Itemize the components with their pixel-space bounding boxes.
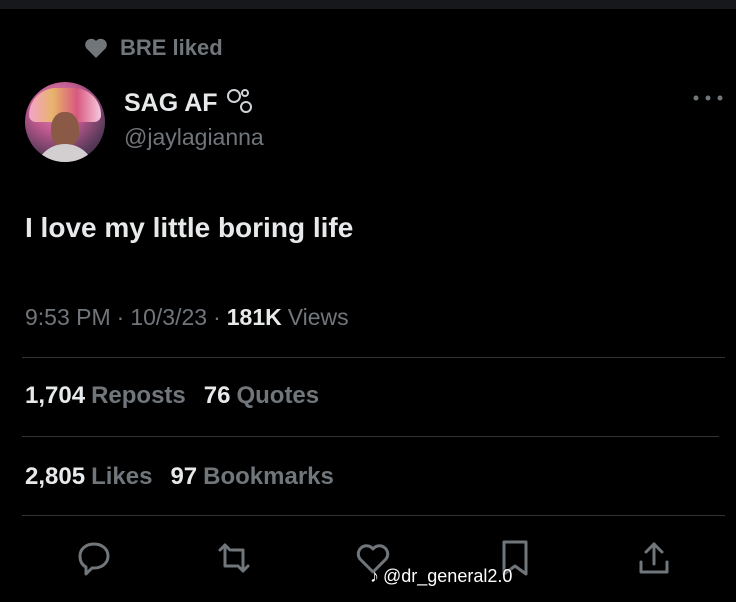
author-handle[interactable]: @jaylagianna	[124, 124, 264, 151]
divider	[22, 357, 725, 358]
reposts-count[interactable]: 1,704	[25, 382, 85, 410]
divider	[22, 436, 719, 437]
divider	[22, 515, 725, 516]
tweet-text: I love my little boring life	[25, 212, 354, 243]
avatar[interactable]	[25, 82, 105, 162]
reply-icon[interactable]	[74, 538, 114, 578]
meta-separator: ·	[116, 304, 125, 330]
tweet-date[interactable]: 10/3/23	[130, 304, 207, 331]
action-bar	[0, 538, 736, 578]
heart-icon	[84, 37, 108, 59]
repost-quote-stats: 1,704 Reposts 76 Quotes	[25, 382, 319, 410]
social-context[interactable]: BRE liked	[84, 35, 223, 61]
like-bookmark-stats: 2,805 Likes 97 Bookmarks	[25, 463, 334, 491]
author-name-row[interactable]: SAG AF	[124, 86, 256, 121]
views-label: Views	[287, 304, 349, 330]
likes-label[interactable]: Likes	[91, 463, 152, 491]
reposts-label[interactable]: Reposts	[91, 382, 186, 410]
social-context-text: BRE liked	[120, 35, 223, 60]
bookmarks-count[interactable]: 97	[170, 463, 197, 491]
views-count: 181K	[226, 304, 282, 330]
share-icon[interactable]	[634, 538, 674, 578]
likes-count[interactable]: 2,805	[25, 463, 85, 491]
top-bar	[0, 0, 736, 9]
tiktok-icon: ♪	[370, 566, 379, 586]
watermark-text: @dr_general2.0	[383, 566, 513, 586]
repost-icon[interactable]	[214, 538, 254, 578]
tweet-meta: 9:53 PM · 10/3/23 · 181K Views	[25, 304, 349, 331]
tweet-time[interactable]: 9:53 PM	[25, 304, 111, 331]
bubbles-icon	[226, 86, 256, 121]
quotes-label[interactable]: Quotes	[236, 382, 319, 410]
meta-separator: ·	[213, 304, 221, 330]
more-options-icon[interactable]	[692, 89, 724, 107]
tiktok-watermark: ♪ @dr_general2.0	[370, 566, 512, 587]
bookmarks-label[interactable]: Bookmarks	[203, 463, 334, 491]
author-display-name[interactable]: SAG AF	[124, 89, 218, 118]
quotes-count[interactable]: 76	[204, 382, 231, 410]
